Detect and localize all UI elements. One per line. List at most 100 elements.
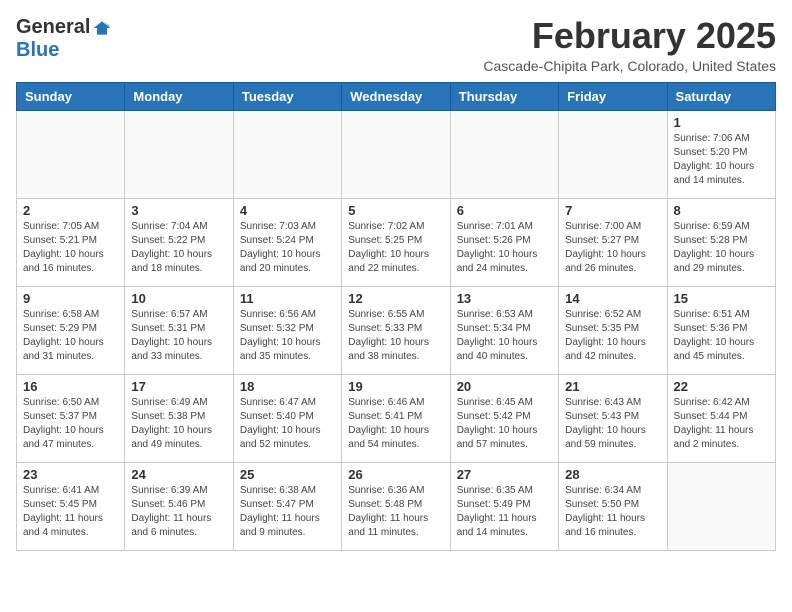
week-row-4: 16 Sunrise: 6:50 AM Sunset: 5:37 PM Dayli… [17,374,776,462]
day-info: Sunrise: 6:51 AM Sunset: 5:36 PM Dayligh… [674,308,769,364]
calendar-cell [17,110,125,198]
day-number: 17 [131,379,226,394]
calendar-cell: 2 Sunrise: 7:05 AM Sunset: 5:21 PM Daylig… [17,198,125,286]
calendar-cell [667,462,775,550]
calendar-cell: 23 Sunrise: 6:41 AM Sunset: 5:45 PM Dayli… [17,462,125,550]
logo-icon [92,18,112,38]
day-number: 3 [131,203,226,218]
page-header: General Blue February 2025 Cascade-Chipi… [16,16,776,74]
day-number: 11 [240,291,335,306]
calendar-cell: 9 Sunrise: 6:58 AM Sunset: 5:29 PM Daylig… [17,286,125,374]
day-number: 19 [348,379,443,394]
calendar-cell: 12 Sunrise: 6:55 AM Sunset: 5:33 PM Dayli… [342,286,450,374]
day-number: 21 [565,379,660,394]
calendar-cell: 7 Sunrise: 7:00 AM Sunset: 5:27 PM Daylig… [559,198,667,286]
day-number: 27 [457,467,552,482]
day-number: 2 [23,203,118,218]
calendar-cell: 6 Sunrise: 7:01 AM Sunset: 5:26 PM Daylig… [450,198,558,286]
day-info: Sunrise: 7:04 AM Sunset: 5:22 PM Dayligh… [131,220,226,276]
calendar-cell: 25 Sunrise: 6:38 AM Sunset: 5:47 PM Dayli… [233,462,341,550]
day-number: 23 [23,467,118,482]
column-header-monday: Monday [125,82,233,110]
calendar-table: SundayMondayTuesdayWednesdayThursdayFrid… [16,82,776,551]
calendar-cell: 11 Sunrise: 6:56 AM Sunset: 5:32 PM Dayli… [233,286,341,374]
calendar-cell: 26 Sunrise: 6:36 AM Sunset: 5:48 PM Dayli… [342,462,450,550]
calendar-cell: 27 Sunrise: 6:35 AM Sunset: 5:49 PM Dayli… [450,462,558,550]
calendar-cell: 18Sunrise: 6:47 AM Sunset: 5:40 PM Dayli… [233,374,341,462]
day-number: 8 [674,203,769,218]
day-info: Sunrise: 7:01 AM Sunset: 5:26 PM Dayligh… [457,220,552,276]
day-number: 26 [348,467,443,482]
day-number: 5 [348,203,443,218]
day-number: 7 [565,203,660,218]
day-info: Sunrise: 6:36 AM Sunset: 5:48 PM Dayligh… [348,484,443,540]
day-number: 16 [23,379,118,394]
day-info: Sunrise: 7:02 AM Sunset: 5:25 PM Dayligh… [348,220,443,276]
day-number: 9 [23,291,118,306]
column-header-wednesday: Wednesday [342,82,450,110]
month-title: February 2025 [483,16,776,56]
calendar-cell: 24Sunrise: 6:39 AM Sunset: 5:46 PM Dayli… [125,462,233,550]
week-row-5: 23 Sunrise: 6:41 AM Sunset: 5:45 PM Dayli… [17,462,776,550]
day-number: 25 [240,467,335,482]
day-number: 15 [674,291,769,306]
calendar-cell: 22 Sunrise: 6:42 AM Sunset: 5:44 PM Dayli… [667,374,775,462]
day-info: Sunrise: 6:46 AM Sunset: 5:41 PM Dayligh… [348,396,443,452]
day-number: 1 [674,115,769,130]
day-info: Sunrise: 6:35 AM Sunset: 5:49 PM Dayligh… [457,484,552,540]
day-info: Sunrise: 6:50 AM Sunset: 5:37 PM Dayligh… [23,396,118,452]
day-info: Sunrise: 6:45 AM Sunset: 5:42 PM Dayligh… [457,396,552,452]
week-row-3: 9 Sunrise: 6:58 AM Sunset: 5:29 PM Daylig… [17,286,776,374]
calendar-header-row: SundayMondayTuesdayWednesdayThursdayFrid… [17,82,776,110]
day-info: Sunrise: 6:55 AM Sunset: 5:33 PM Dayligh… [348,308,443,364]
calendar-cell: 3 Sunrise: 7:04 AM Sunset: 5:22 PM Daylig… [125,198,233,286]
day-info: Sunrise: 6:53 AM Sunset: 5:34 PM Dayligh… [457,308,552,364]
day-info: Sunrise: 7:06 AM Sunset: 5:20 PM Dayligh… [674,132,769,188]
day-info: Sunrise: 6:34 AM Sunset: 5:50 PM Dayligh… [565,484,660,540]
day-number: 10 [131,291,226,306]
day-info: Sunrise: 6:42 AM Sunset: 5:44 PM Dayligh… [674,396,769,452]
day-number: 18 [240,379,335,394]
column-header-friday: Friday [559,82,667,110]
calendar-cell: 20Sunrise: 6:45 AM Sunset: 5:42 PM Dayli… [450,374,558,462]
day-number: 28 [565,467,660,482]
day-number: 13 [457,291,552,306]
day-info: Sunrise: 6:59 AM Sunset: 5:28 PM Dayligh… [674,220,769,276]
day-info: Sunrise: 7:05 AM Sunset: 5:21 PM Dayligh… [23,220,118,276]
column-header-sunday: Sunday [17,82,125,110]
day-number: 4 [240,203,335,218]
calendar-cell: 15 Sunrise: 6:51 AM Sunset: 5:36 PM Dayli… [667,286,775,374]
day-info: Sunrise: 6:58 AM Sunset: 5:29 PM Dayligh… [23,308,118,364]
calendar-cell: 19 Sunrise: 6:46 AM Sunset: 5:41 PM Dayli… [342,374,450,462]
day-number: 14 [565,291,660,306]
day-number: 6 [457,203,552,218]
day-info: Sunrise: 6:52 AM Sunset: 5:35 PM Dayligh… [565,308,660,364]
column-header-thursday: Thursday [450,82,558,110]
day-number: 24 [131,467,226,482]
calendar-cell: 16 Sunrise: 6:50 AM Sunset: 5:37 PM Dayli… [17,374,125,462]
calendar-cell [125,110,233,198]
title-area: February 2025 Cascade-Chipita Park, Colo… [483,16,776,74]
column-header-saturday: Saturday [667,82,775,110]
logo: General Blue [16,16,112,62]
calendar-cell: 5 Sunrise: 7:02 AM Sunset: 5:25 PM Daylig… [342,198,450,286]
calendar-cell: 8 Sunrise: 6:59 AM Sunset: 5:28 PM Daylig… [667,198,775,286]
day-info: Sunrise: 6:41 AM Sunset: 5:45 PM Dayligh… [23,484,118,540]
day-info: Sunrise: 7:03 AM Sunset: 5:24 PM Dayligh… [240,220,335,276]
calendar-cell [233,110,341,198]
calendar-cell: 13 Sunrise: 6:53 AM Sunset: 5:34 PM Dayli… [450,286,558,374]
day-number: 12 [348,291,443,306]
week-row-1: 1 Sunrise: 7:06 AM Sunset: 5:20 PM Daylig… [17,110,776,198]
day-info: Sunrise: 7:00 AM Sunset: 5:27 PM Dayligh… [565,220,660,276]
day-info: Sunrise: 6:38 AM Sunset: 5:47 PM Dayligh… [240,484,335,540]
calendar-cell: 17Sunrise: 6:49 AM Sunset: 5:38 PM Dayli… [125,374,233,462]
calendar-cell [450,110,558,198]
calendar-cell [342,110,450,198]
day-info: Sunrise: 6:43 AM Sunset: 5:43 PM Dayligh… [565,396,660,452]
day-number: 22 [674,379,769,394]
calendar-cell: 10Sunrise: 6:57 AM Sunset: 5:31 PM Dayli… [125,286,233,374]
calendar-cell: 4 Sunrise: 7:03 AM Sunset: 5:24 PM Daylig… [233,198,341,286]
calendar-cell [559,110,667,198]
calendar-cell: 21 Sunrise: 6:43 AM Sunset: 5:43 PM Dayli… [559,374,667,462]
day-info: Sunrise: 6:56 AM Sunset: 5:32 PM Dayligh… [240,308,335,364]
